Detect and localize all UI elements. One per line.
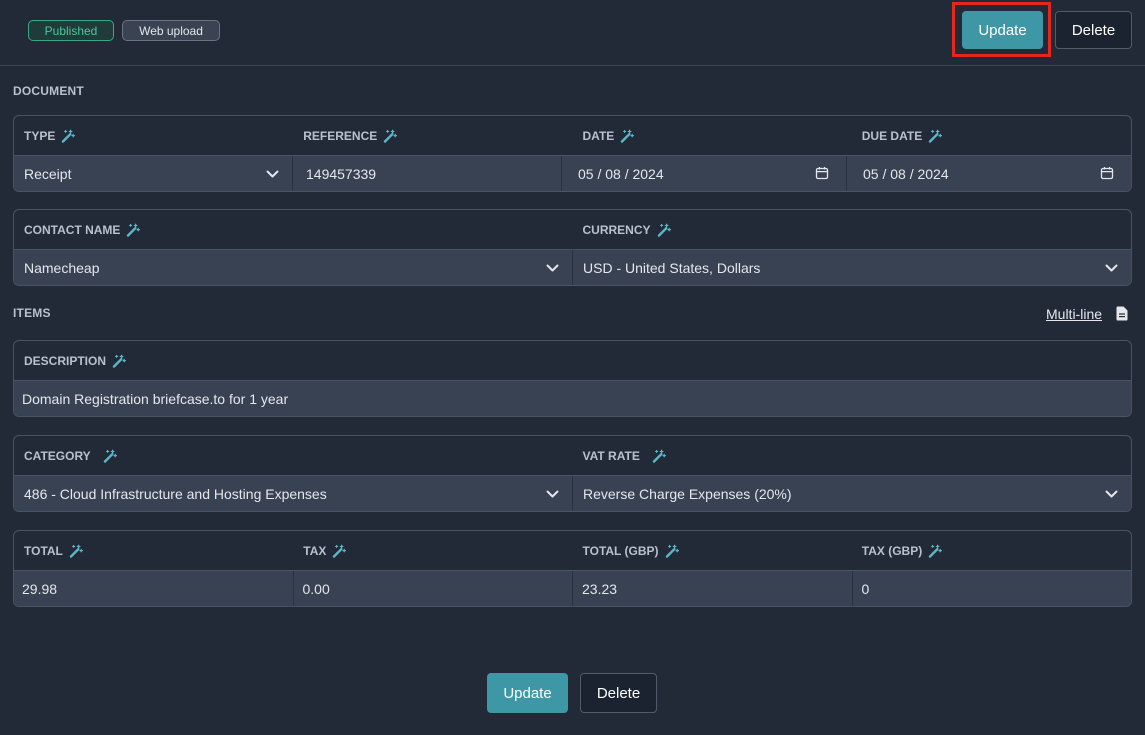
magic-wand-icon bbox=[928, 129, 943, 143]
description-input[interactable] bbox=[14, 381, 1131, 416]
field-input-row: 486 - Cloud Infrastructure and Hosting E… bbox=[14, 475, 1131, 511]
calendar-icon[interactable] bbox=[1100, 166, 1114, 180]
tax-input[interactable] bbox=[293, 571, 572, 606]
magic-wand-icon bbox=[61, 129, 76, 143]
total-label: TOTAL bbox=[24, 543, 63, 558]
total-field-cell bbox=[14, 571, 293, 606]
items-heading: ITEMS bbox=[13, 306, 51, 320]
vat-rate-label: VAT RATE bbox=[582, 448, 640, 463]
category-vat-card: CATEGORY VAT RATE 486 - Cloud Infrastruc… bbox=[13, 435, 1132, 512]
magic-wand-icon bbox=[620, 129, 635, 143]
magic-wand-icon bbox=[103, 449, 117, 463]
magic-wand-icon bbox=[928, 544, 943, 558]
field-label-row: CATEGORY VAT RATE bbox=[14, 436, 1131, 475]
contact-name-label: CONTACT NAME bbox=[24, 222, 121, 237]
type-value: Receipt bbox=[24, 165, 72, 182]
category-label: CATEGORY bbox=[24, 448, 91, 463]
category-select[interactable]: 486 - Cloud Infrastructure and Hosting E… bbox=[14, 476, 572, 511]
tax-label: TAX bbox=[303, 543, 327, 558]
tax-gbp-label: TAX (GBP) bbox=[861, 543, 923, 558]
field-label-row: TYPE REFERENCE DATE DUE DATE bbox=[14, 116, 1131, 155]
currency-value: USD - United States, Dollars bbox=[583, 259, 761, 276]
vat-rate-value: Reverse Charge Expenses (20%) bbox=[583, 485, 792, 502]
chevron-down-icon bbox=[546, 490, 559, 498]
field-input-row bbox=[14, 380, 1131, 416]
chevron-down-icon bbox=[546, 264, 559, 272]
currency-label: CURRENCY bbox=[582, 222, 651, 237]
description-label-cell: DESCRIPTION bbox=[14, 341, 1131, 380]
total-input[interactable] bbox=[14, 571, 293, 606]
document-heading: DOCUMENT bbox=[13, 84, 84, 98]
magic-wand-icon bbox=[69, 544, 83, 558]
field-label-row: DESCRIPTION bbox=[14, 341, 1131, 380]
tax-field-cell bbox=[292, 571, 572, 606]
totals-card: TOTAL TAX TOTAL (GBP) TAX (GBP) bbox=[13, 530, 1132, 607]
currency-select[interactable]: USD - United States, Dollars bbox=[572, 250, 1131, 285]
due-date-value: 05 / 08 / 2024 bbox=[863, 165, 949, 182]
reference-label-cell: REFERENCE bbox=[293, 116, 572, 155]
contact-name-select[interactable]: Namecheap bbox=[14, 250, 572, 285]
footer-update-button[interactable]: Update bbox=[487, 673, 568, 713]
magic-wand-icon bbox=[652, 449, 666, 463]
type-label: TYPE bbox=[24, 128, 56, 143]
magic-wand-icon bbox=[383, 129, 398, 143]
magic-wand-icon bbox=[126, 223, 141, 237]
vat-rate-select[interactable]: Reverse Charge Expenses (20%) bbox=[572, 476, 1131, 511]
calendar-icon[interactable] bbox=[815, 166, 829, 180]
due-date-label: DUE DATE bbox=[861, 128, 923, 143]
total-gbp-label: TOTAL (GBP) bbox=[582, 543, 659, 558]
description-label: DESCRIPTION bbox=[24, 353, 107, 368]
total-gbp-label-cell: TOTAL (GBP) bbox=[573, 531, 852, 570]
magic-wand-icon bbox=[112, 354, 127, 368]
category-value: 486 - Cloud Infrastructure and Hosting E… bbox=[24, 485, 327, 502]
date-picker[interactable]: 05 / 08 / 2024 bbox=[561, 156, 846, 191]
tax-label-cell: TAX bbox=[293, 531, 572, 570]
magic-wand-icon bbox=[657, 223, 671, 237]
date-label: DATE bbox=[582, 128, 615, 143]
field-input-row bbox=[14, 570, 1131, 606]
tax-gbp-input[interactable] bbox=[852, 571, 1131, 606]
footer-delete-button[interactable]: Delete bbox=[580, 673, 657, 713]
total-gbp-field-cell bbox=[572, 571, 852, 606]
type-label-cell: TYPE bbox=[14, 116, 293, 155]
date-label-cell: DATE bbox=[573, 116, 852, 155]
chevron-down-icon bbox=[1105, 264, 1118, 272]
vat-rate-label-cell: VAT RATE bbox=[573, 436, 1132, 475]
category-label-cell: CATEGORY bbox=[14, 436, 573, 475]
reference-field-cell bbox=[292, 156, 561, 191]
reference-input[interactable] bbox=[293, 156, 561, 191]
description-field-cell bbox=[14, 381, 1131, 416]
chevron-down-icon bbox=[1105, 490, 1118, 498]
header-divider bbox=[0, 65, 1145, 66]
magic-wand-icon bbox=[665, 544, 679, 558]
description-card: DESCRIPTION bbox=[13, 340, 1132, 417]
tax-gbp-field-cell bbox=[851, 571, 1131, 606]
type-select[interactable]: Receipt bbox=[14, 156, 292, 191]
contact-name-value: Namecheap bbox=[24, 259, 100, 276]
currency-label-cell: CURRENCY bbox=[573, 210, 1132, 249]
contact-name-label-cell: CONTACT NAME bbox=[14, 210, 573, 249]
delete-button[interactable]: Delete bbox=[1055, 11, 1132, 49]
field-input-row: Receipt 05 / 08 / 2024 05 / 08 / 2024 bbox=[14, 155, 1131, 191]
update-button[interactable]: Update bbox=[962, 11, 1043, 49]
multi-line-link[interactable]: Multi-line bbox=[1046, 306, 1102, 322]
tax-gbp-label-cell: TAX (GBP) bbox=[852, 531, 1131, 570]
document-icon[interactable] bbox=[1116, 306, 1128, 321]
source-badge: Web upload bbox=[122, 20, 220, 41]
field-label-row: CONTACT NAME CURRENCY bbox=[14, 210, 1131, 249]
status-badge: Published bbox=[28, 20, 114, 41]
total-label-cell: TOTAL bbox=[14, 531, 293, 570]
field-label-row: TOTAL TAX TOTAL (GBP) TAX (GBP) bbox=[14, 531, 1131, 570]
reference-label: REFERENCE bbox=[303, 128, 378, 143]
total-gbp-input[interactable] bbox=[573, 571, 852, 606]
due-date-label-cell: DUE DATE bbox=[852, 116, 1131, 155]
chevron-down-icon bbox=[266, 170, 279, 178]
magic-wand-icon bbox=[332, 544, 347, 558]
contact-currency-card: CONTACT NAME CURRENCY Namecheap USD - Un… bbox=[13, 209, 1132, 286]
date-value: 05 / 08 / 2024 bbox=[578, 165, 664, 182]
due-date-picker[interactable]: 05 / 08 / 2024 bbox=[846, 156, 1131, 191]
field-input-row: Namecheap USD - United States, Dollars bbox=[14, 249, 1131, 285]
document-fields-card: TYPE REFERENCE DATE DUE DATE Receipt 05 … bbox=[13, 115, 1132, 192]
